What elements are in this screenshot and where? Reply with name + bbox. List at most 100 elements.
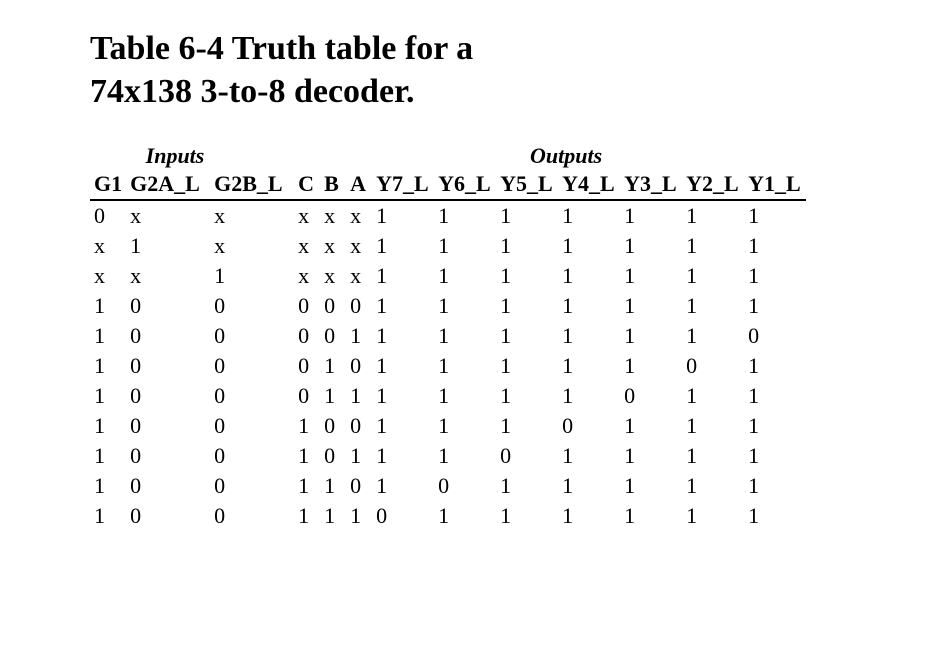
cell-b: x — [320, 231, 346, 261]
cell-g1: x — [90, 231, 126, 261]
cell-c: 1 — [294, 411, 320, 441]
table-row: 1001110111111 — [90, 501, 806, 531]
cell-a: 1 — [346, 501, 372, 531]
cell-y3: 1 — [620, 200, 682, 231]
cell-y6: 1 — [434, 441, 496, 471]
col-a: A — [346, 171, 372, 200]
cell-y7: 1 — [372, 471, 434, 501]
cell-y6: 0 — [434, 471, 496, 501]
cell-g2b: 0 — [210, 471, 294, 501]
title-line-1: Table 6-4 Truth table for a — [90, 30, 473, 67]
cell-y2: 1 — [682, 411, 744, 441]
col-g1: G1 — [90, 171, 126, 200]
cell-b: 0 — [320, 291, 346, 321]
cell-y2: 0 — [682, 351, 744, 381]
cell-y6: 1 — [434, 321, 496, 351]
cell-y1: 1 — [744, 501, 806, 531]
cell-y6: 1 — [434, 291, 496, 321]
col-c: C — [294, 171, 320, 200]
cell-y5: 1 — [496, 411, 558, 441]
col-b: B — [320, 171, 346, 200]
cell-y2: 1 — [682, 501, 744, 531]
cell-b: 1 — [320, 501, 346, 531]
cell-a: 1 — [346, 381, 372, 411]
table-body: 0xxxxx1111111x1xxxx1111111xx1xxx11111111… — [90, 200, 806, 531]
cell-y4: 1 — [558, 441, 620, 471]
cell-g2a: 1 — [126, 231, 210, 261]
cell-y5: 1 — [496, 291, 558, 321]
cell-y1: 1 — [744, 351, 806, 381]
cell-y5: 1 — [496, 231, 558, 261]
cell-b: 1 — [320, 351, 346, 381]
cell-y4: 1 — [558, 471, 620, 501]
cell-g2a: 0 — [126, 411, 210, 441]
cell-y2: 1 — [682, 291, 744, 321]
cell-y5: 1 — [496, 200, 558, 231]
cell-g2a: x — [126, 261, 210, 291]
table-row: 1001011101111 — [90, 441, 806, 471]
cell-y3: 1 — [620, 231, 682, 261]
cell-y4: 1 — [558, 200, 620, 231]
cell-a: x — [346, 200, 372, 231]
cell-g1: 1 — [90, 411, 126, 441]
table-title: Table 6-4 Truth table for a 74x138 3-to-… — [90, 28, 943, 113]
group-header-outputs: Outputs — [530, 143, 620, 169]
cell-y3: 1 — [620, 441, 682, 471]
cell-y1: 0 — [744, 321, 806, 351]
cell-b: 1 — [320, 471, 346, 501]
column-header-row: G1 G2A_L G2B_L C B A Y7_L Y6_L Y5_L Y4_L… — [90, 171, 806, 200]
cell-y6: 1 — [434, 411, 496, 441]
table-row: 1001001110111 — [90, 411, 806, 441]
cell-g2a: 0 — [126, 351, 210, 381]
cell-y1: 1 — [744, 411, 806, 441]
cell-y4: 1 — [558, 351, 620, 381]
table-row: 1000011111110 — [90, 321, 806, 351]
table-row: xx1xxx1111111 — [90, 261, 806, 291]
cell-y2: 1 — [682, 231, 744, 261]
cell-y3: 1 — [620, 351, 682, 381]
cell-y6: 1 — [434, 501, 496, 531]
cell-y2: 1 — [682, 471, 744, 501]
cell-y7: 1 — [372, 200, 434, 231]
title-line-2: 74x138 3-to-8 decoder. — [90, 73, 415, 110]
col-y2: Y2_L — [682, 171, 744, 200]
table-row: 1000111111011 — [90, 381, 806, 411]
cell-c: 1 — [294, 471, 320, 501]
cell-y2: 1 — [682, 321, 744, 351]
cell-y3: 0 — [620, 381, 682, 411]
cell-y4: 1 — [558, 231, 620, 261]
cell-y3: 1 — [620, 411, 682, 441]
cell-b: x — [320, 200, 346, 231]
cell-y4: 1 — [558, 261, 620, 291]
cell-g1: 1 — [90, 351, 126, 381]
cell-a: x — [346, 231, 372, 261]
cell-y5: 1 — [496, 321, 558, 351]
cell-c: 0 — [294, 291, 320, 321]
cell-y1: 1 — [744, 291, 806, 321]
col-y3: Y3_L — [620, 171, 682, 200]
cell-g1: 0 — [90, 200, 126, 231]
cell-y1: 1 — [744, 261, 806, 291]
cell-g2a: 0 — [126, 381, 210, 411]
cell-y7: 1 — [372, 351, 434, 381]
cell-g2a: 0 — [126, 441, 210, 471]
cell-y3: 1 — [620, 501, 682, 531]
cell-y1: 1 — [744, 231, 806, 261]
cell-y2: 1 — [682, 261, 744, 291]
group-header-inputs: Inputs — [90, 143, 260, 169]
cell-g1: 1 — [90, 471, 126, 501]
table-row: 0xxxxx1111111 — [90, 200, 806, 231]
cell-c: 0 — [294, 351, 320, 381]
cell-y5: 1 — [496, 471, 558, 501]
cell-y4: 1 — [558, 321, 620, 351]
cell-c: 1 — [294, 441, 320, 471]
cell-g2b: 0 — [210, 381, 294, 411]
col-y7: Y7_L — [372, 171, 434, 200]
cell-a: 1 — [346, 321, 372, 351]
cell-y1: 1 — [744, 471, 806, 501]
cell-y5: 0 — [496, 441, 558, 471]
table-head: G1 G2A_L G2B_L C B A Y7_L Y6_L Y5_L Y4_L… — [90, 171, 806, 200]
cell-g2a: x — [126, 200, 210, 231]
cell-b: 1 — [320, 381, 346, 411]
cell-g2a: 0 — [126, 321, 210, 351]
